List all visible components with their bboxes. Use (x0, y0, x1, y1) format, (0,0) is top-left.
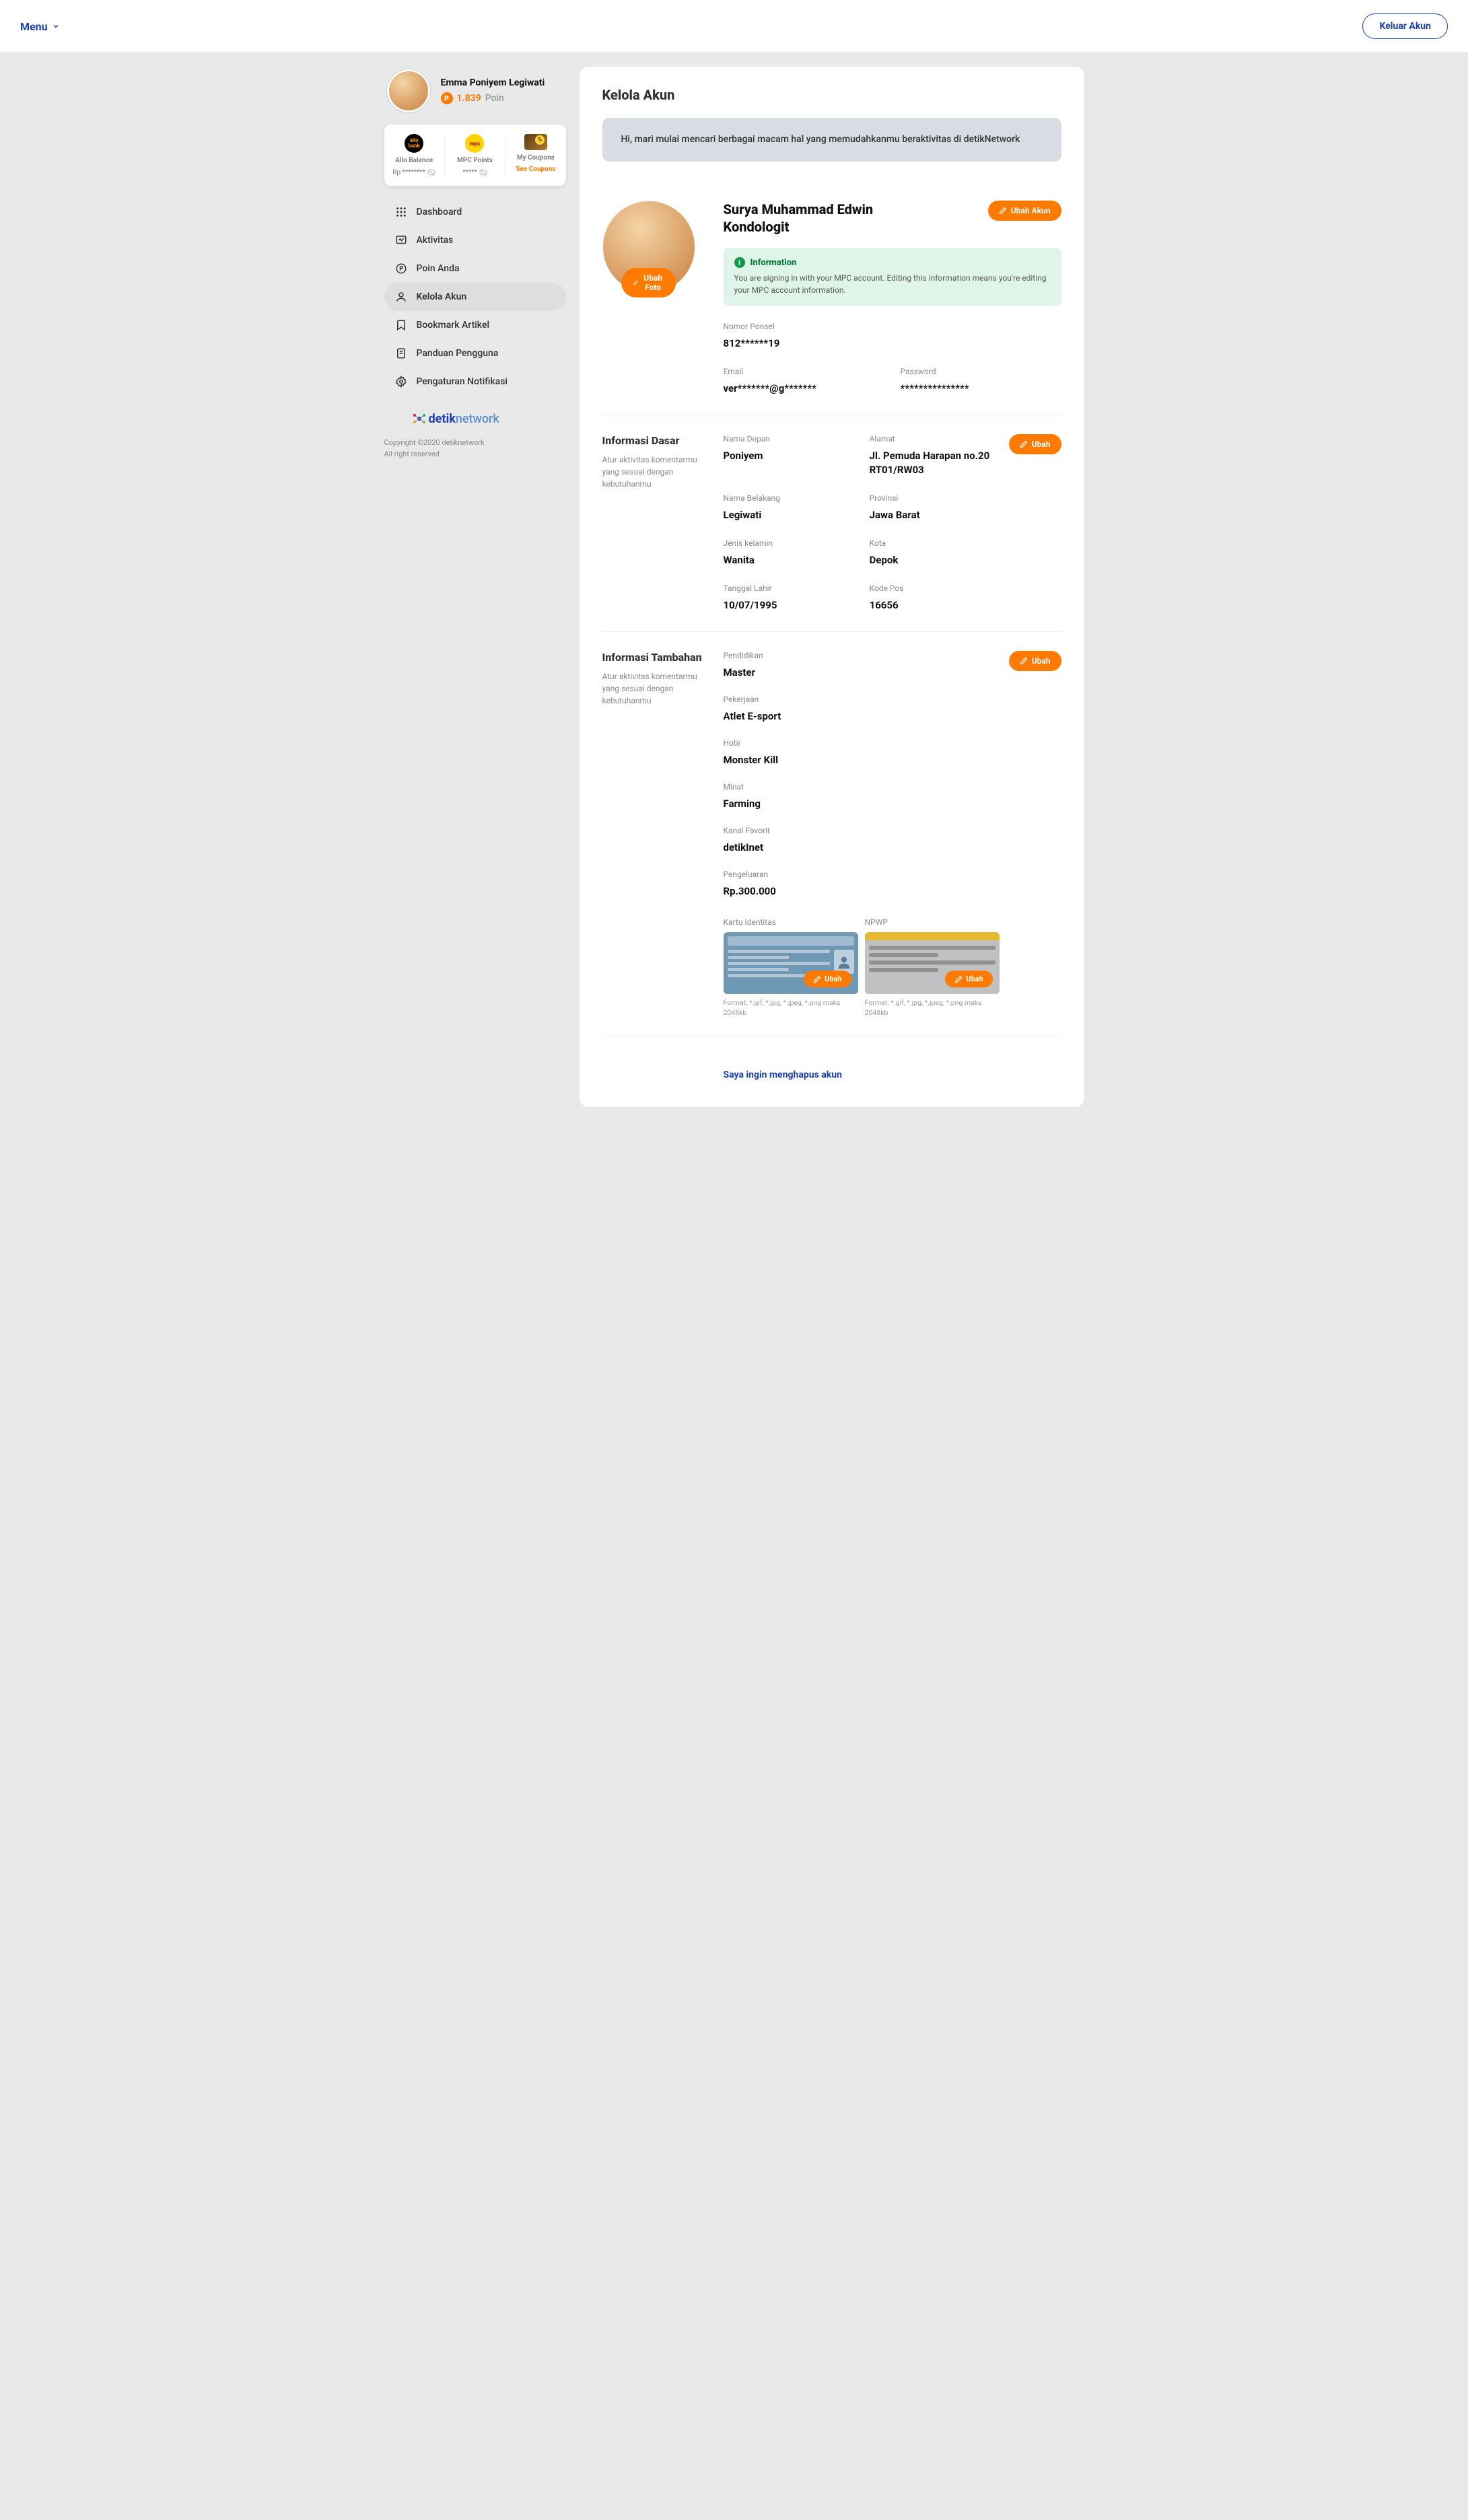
page-title: Kelola Akun (602, 87, 1061, 103)
pencil-icon (999, 207, 1007, 215)
brand-logo: detiknetwork (411, 405, 566, 432)
wallet-mpc[interactable]: mpc MPC Points ***** (445, 134, 505, 176)
wallet-card: allobank Allo Balance Rp ******** mpc MP… (384, 125, 566, 186)
channel-value: detikInet (724, 841, 1000, 855)
network-icon (411, 411, 427, 427)
phone-value: 812******19 (724, 337, 1061, 351)
zip-value: 16656 (870, 598, 1000, 612)
nav-dashboard[interactable]: Dashboard (384, 198, 566, 226)
spend-value: Rp.300.000 (724, 884, 1000, 899)
guide-icon (395, 347, 407, 359)
activity-icon (395, 234, 407, 246)
email-value: ver*******@g******* (724, 382, 884, 396)
basic-subtitle: Atur aktivitas komentarmu yang sesuai de… (602, 454, 710, 490)
hobby-value: Monster Kill (724, 753, 1000, 767)
password-label: Password (901, 367, 1061, 376)
grid-icon (395, 206, 407, 218)
extra-subtitle: Atur aktivitas komentarmu yang sesuai de… (602, 670, 710, 707)
pencil-icon (633, 279, 638, 287)
account-name: Surya Muhammad Edwin Kondologit (724, 201, 878, 236)
pencil-icon (813, 975, 821, 983)
account-section: Ubah Foto Surya Muhammad Edwin Kondologi… (602, 182, 1061, 415)
menu-toggle[interactable]: Menu (20, 20, 60, 33)
edit-npwp-button[interactable]: Ubah (945, 971, 993, 987)
eye-off-icon (427, 168, 435, 176)
education-value: Master (724, 666, 1000, 680)
city-value: Depok (870, 553, 1000, 567)
avatar (387, 69, 430, 112)
wallet-coupons[interactable]: My Coupons See Coupons (505, 134, 565, 176)
delete-account-link[interactable]: Saya ingin menghapus akun (724, 1070, 842, 1080)
profile-name: Emma Poniyem Legiwati (441, 77, 545, 88)
allo-bank-icon: allobank (405, 134, 423, 153)
nav-aktivitas[interactable]: Aktivitas (384, 226, 566, 254)
address-value: Jl. Pemuda Harapan no.20 RT01/RW03 (870, 449, 1000, 477)
npwp-card-preview: Ubah (865, 932, 1000, 994)
basic-title: Informasi Dasar (602, 434, 710, 447)
points-row[interactable]: P 1.839 Poin (441, 92, 545, 104)
extra-info-section: Informasi Tambahan Atur aktivitas koment… (602, 632, 1061, 1037)
points-badge-icon: P (441, 92, 453, 104)
phone-label: Nomor Ponsel (724, 322, 1061, 331)
job-value: Atlet E-sport (724, 709, 1000, 724)
info-icon: i (734, 257, 745, 268)
first-name-value: Poniyem (724, 449, 853, 463)
nav-poin[interactable]: Poin Anda (384, 254, 566, 283)
edit-account-button[interactable]: Ubah Akun (988, 201, 1061, 221)
pencil-icon (1020, 440, 1028, 448)
nav-kelola-akun[interactable]: Kelola Akun (384, 283, 566, 311)
eye-off-icon (479, 168, 487, 176)
email-label: Email (724, 367, 884, 376)
sidebar: Emma Poniyem Legiwati P 1.839 Poin allob… (384, 67, 566, 460)
profile-photo: Ubah Foto (602, 201, 695, 293)
profile-summary: Emma Poniyem Legiwati P 1.839 Poin (384, 67, 566, 125)
mpc-icon: mpc (465, 134, 484, 153)
pencil-icon (954, 975, 963, 983)
nav-panduan[interactable]: Panduan Pengguna (384, 339, 566, 368)
coupon-icon (524, 134, 547, 150)
info-alert: i Information You are signing in with yo… (724, 248, 1061, 306)
welcome-banner: Hi, mari mulai mencari berbagai macam ha… (602, 118, 1061, 162)
edit-basic-button[interactable]: Ubah (1009, 434, 1061, 454)
wallet-allo[interactable]: allobank Allo Balance Rp ******** (384, 134, 445, 176)
interest-value: Farming (724, 797, 1000, 811)
province-value: Jawa Barat (870, 508, 1000, 522)
sidebar-nav: Dashboard Aktivitas Poin Anda Kelola Aku… (384, 198, 566, 396)
gender-value: Wanita (724, 553, 853, 567)
coin-icon (395, 262, 407, 275)
edit-extra-button[interactable]: Ubah (1009, 651, 1061, 671)
id-card-preview: Ubah (724, 932, 858, 994)
dob-value: 10/07/1995 (724, 598, 853, 612)
chevron-down-icon (52, 22, 60, 30)
format-note: Format: *.gif, *.jpg, *.jpeg, *.png maks… (724, 998, 858, 1018)
edit-idcard-button[interactable]: Ubah (804, 971, 851, 987)
password-value: *************** (901, 382, 1061, 396)
copyright: Copyright ©2020 detiknetwork All right r… (384, 438, 566, 460)
topbar: Menu Keluar Akun (0, 0, 1468, 53)
nav-bookmark[interactable]: Bookmark Artikel (384, 311, 566, 339)
settings-icon (395, 376, 407, 388)
bookmark-icon (395, 319, 407, 331)
last-name-value: Legiwati (724, 508, 853, 522)
user-icon (395, 291, 407, 303)
extra-title: Informasi Tambahan (602, 651, 710, 664)
main-content: Kelola Akun Hi, mari mulai mencari berba… (580, 67, 1084, 1107)
edit-photo-button[interactable]: Ubah Foto (621, 268, 676, 298)
format-note: Format: *.gif, *.jpg, *.jpeg, *.png maks… (865, 998, 1000, 1018)
basic-info-section: Informasi Dasar Atur aktivitas komentarm… (602, 415, 1061, 632)
logout-button[interactable]: Keluar Akun (1362, 13, 1448, 39)
pencil-icon (1020, 657, 1028, 665)
nav-notifikasi[interactable]: Pengaturan Notifikasi (384, 368, 566, 396)
